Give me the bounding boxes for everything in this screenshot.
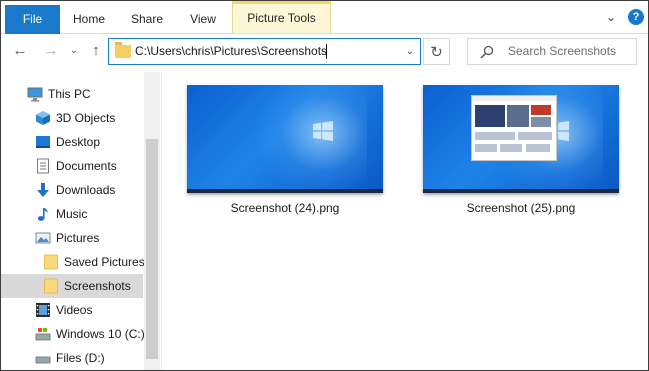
sidebar-item-videos[interactable]: Videos: [1, 298, 143, 322]
up-arrow-icon[interactable]: ↑: [87, 40, 105, 62]
address-bar[interactable]: C:\Users\chris\Pictures\Screenshots ⌄: [108, 38, 421, 65]
navigation-bar: ← → ⌄ ↑ C:\Users\chris\Pictures\Screensh…: [1, 34, 648, 71]
film-icon: [36, 303, 50, 317]
sidebar-scrollbar-thumb[interactable]: [146, 139, 158, 359]
windows-logo-icon: [313, 121, 333, 141]
sidebar-item-label: Music: [56, 207, 88, 221]
folder-icon: [115, 42, 131, 58]
sidebar-item-label: Documents: [56, 159, 117, 173]
search-box[interactable]: Search Screenshots: [467, 38, 637, 65]
file-name[interactable]: Screenshot (24).png: [187, 201, 383, 215]
pictures-icon: [35, 232, 51, 244]
file-explorer-window: File Home Share View Picture Tools ⌄ ? ←…: [0, 0, 649, 371]
tab-file[interactable]: File: [5, 5, 60, 34]
sidebar-item-desktop[interactable]: Desktop: [1, 130, 143, 154]
sidebar-item-label: 3D Objects: [56, 111, 116, 125]
navigation-pane: This PC 3D Objects Desktop Documents Dow…: [1, 72, 162, 370]
sidebar-item-label: Pictures: [56, 231, 100, 245]
tab-picture-tools[interactable]: Picture Tools: [232, 1, 331, 33]
sidebar-item-3d-objects[interactable]: 3D Objects: [1, 106, 143, 130]
sidebar-item-music[interactable]: Music: [1, 202, 143, 226]
drive-icon: [35, 328, 51, 341]
music-note-icon: [37, 208, 48, 221]
desktop-icon: [36, 136, 50, 148]
folder-icon: [44, 254, 58, 270]
sidebar-item-windows-10-c[interactable]: Windows 10 (C:): [1, 322, 145, 346]
image-thumbnail[interactable]: [423, 85, 619, 193]
sidebar-item-files-d[interactable]: Files (D:): [1, 346, 143, 370]
sidebar-item-label: Downloads: [56, 183, 116, 197]
browser-window-preview: [471, 95, 557, 161]
address-dropdown-chevron-icon[interactable]: ⌄: [406, 39, 414, 64]
sidebar-item-downloads[interactable]: Downloads: [1, 178, 143, 202]
sidebar-item-label: Videos: [56, 303, 93, 317]
search-icon: [480, 45, 494, 59]
sidebar-item-pictures[interactable]: Pictures: [1, 226, 143, 250]
sidebar-item-this-pc[interactable]: This PC: [1, 82, 143, 106]
ribbon-tab-bar: File Home Share View Picture Tools ⌄ ?: [1, 1, 648, 34]
cube-icon: [36, 111, 50, 125]
sidebar-item-saved-pictures[interactable]: Saved Pictures: [1, 250, 145, 274]
recent-locations-chevron-icon[interactable]: ⌄: [65, 40, 83, 62]
file-item-screenshot-25[interactable]: Screenshot (25).png: [423, 85, 619, 215]
back-arrow-icon[interactable]: ←: [11, 40, 29, 62]
sidebar-item-label: Desktop: [56, 135, 101, 149]
sidebar-item-label: This PC: [48, 87, 91, 101]
forward-arrow-icon[interactable]: →: [42, 40, 60, 62]
sidebar-item-label: Screenshots: [64, 279, 131, 293]
file-list-pane: Screenshot (24).png Screenshot (25).png: [162, 72, 648, 370]
tab-share[interactable]: Share: [121, 6, 173, 33]
sidebar-item-screenshots[interactable]: Screenshots: [1, 274, 143, 298]
download-arrow-icon: [37, 183, 49, 197]
document-icon: [37, 158, 49, 174]
sidebar-item-documents[interactable]: Documents: [1, 154, 143, 178]
drive-icon: [35, 356, 51, 364]
sidebar-item-label: Files (D:): [56, 351, 105, 365]
help-icon[interactable]: ?: [628, 9, 644, 25]
address-path[interactable]: C:\Users\chris\Pictures\Screenshots: [135, 39, 327, 64]
expand-ribbon-chevron-icon[interactable]: ⌄: [606, 10, 616, 24]
monitor-icon: [27, 87, 43, 102]
refresh-icon[interactable]: ↻: [423, 38, 450, 65]
file-name[interactable]: Screenshot (25).png: [423, 201, 619, 215]
sidebar-item-label: Saved Pictures: [64, 255, 145, 269]
text-cursor: [326, 44, 327, 59]
tab-home[interactable]: Home: [63, 6, 115, 33]
folder-icon: [44, 278, 58, 294]
sidebar-item-label: Windows 10 (C:): [56, 327, 145, 341]
search-input[interactable]: Search Screenshots: [508, 39, 616, 64]
image-thumbnail[interactable]: [187, 85, 383, 193]
tab-view[interactable]: View: [177, 6, 229, 33]
file-item-screenshot-24[interactable]: Screenshot (24).png: [187, 85, 383, 215]
